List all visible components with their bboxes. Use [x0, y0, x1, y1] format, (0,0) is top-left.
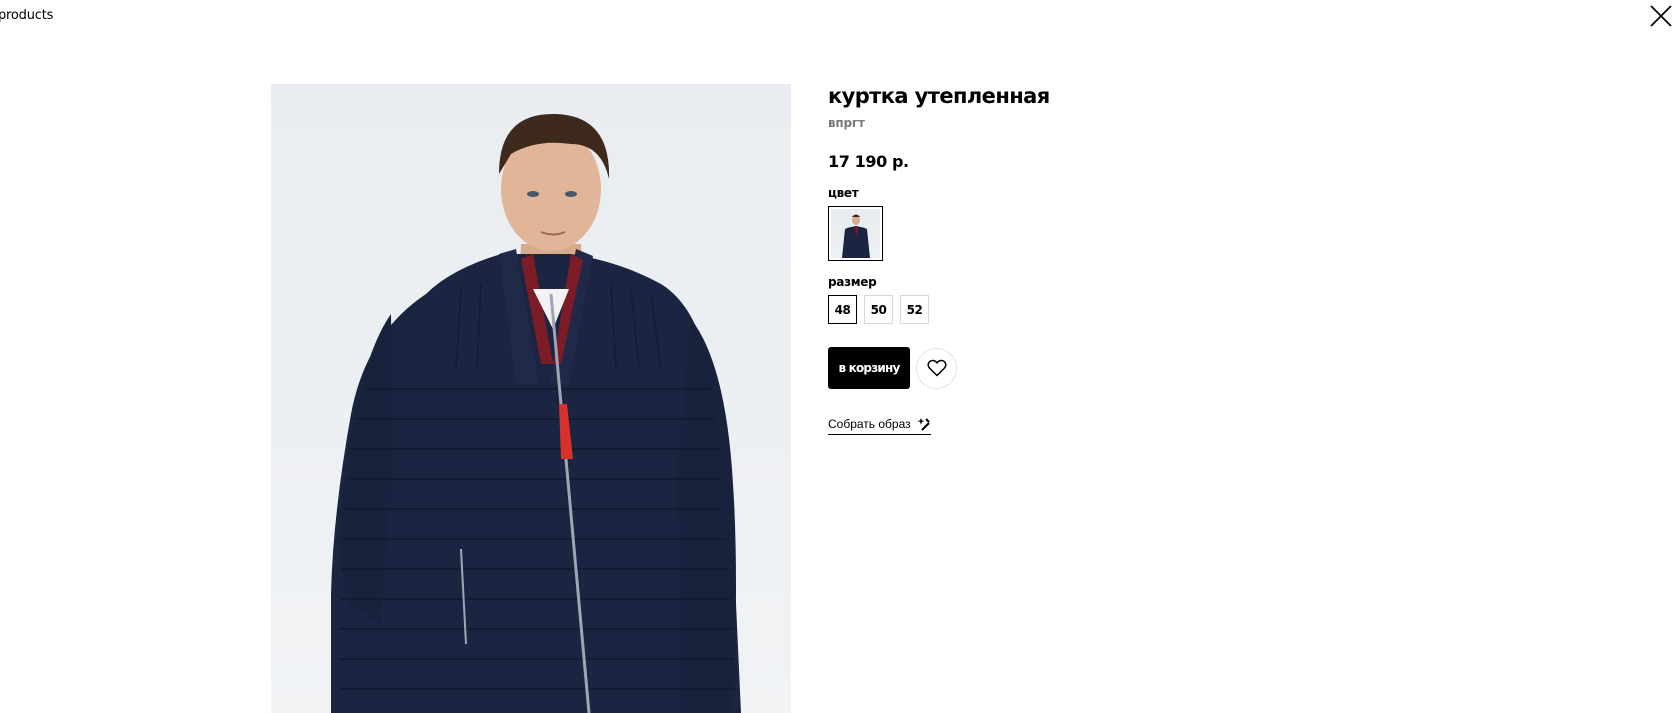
- size-option-50[interactable]: 50: [864, 295, 893, 325]
- product-quick-view: products куртка утепленная впргт 17 190 …: [0, 0, 1680, 713]
- heart-icon[interactable]: [926, 359, 947, 377]
- product-article: впргт: [828, 116, 865, 131]
- add-to-cart-button[interactable]: в корзину: [828, 347, 910, 390]
- product-info: куртка утепленная впргт 17 190 р. цвет р…: [828, 84, 1248, 436]
- product-price: 17 190 р.: [828, 152, 909, 172]
- jacket-photo: [331, 113, 741, 713]
- product-actions: в корзину: [828, 347, 1248, 390]
- close-icon[interactable]: [1648, 3, 1674, 29]
- size-selector: 48 50 52: [828, 295, 1248, 325]
- product-image[interactable]: [271, 84, 791, 713]
- size-option-52[interactable]: 52: [900, 295, 929, 325]
- back-link[interactable]: products: [0, 8, 53, 23]
- color-label: цвет: [828, 186, 859, 201]
- size-label: размер: [828, 275, 877, 290]
- color-swatch[interactable]: [828, 206, 883, 262]
- wishlist-button[interactable]: [916, 347, 957, 389]
- color-swatch-thumbnail: [831, 209, 880, 259]
- size-option-48[interactable]: 48: [828, 295, 857, 325]
- build-look-label: Собрать образ: [828, 417, 911, 432]
- magic-wand-icon: [917, 418, 930, 431]
- build-look-link[interactable]: Собрать образ: [828, 417, 931, 436]
- close-button[interactable]: [1648, 3, 1674, 29]
- product-title: куртка утепленная: [828, 84, 1050, 108]
